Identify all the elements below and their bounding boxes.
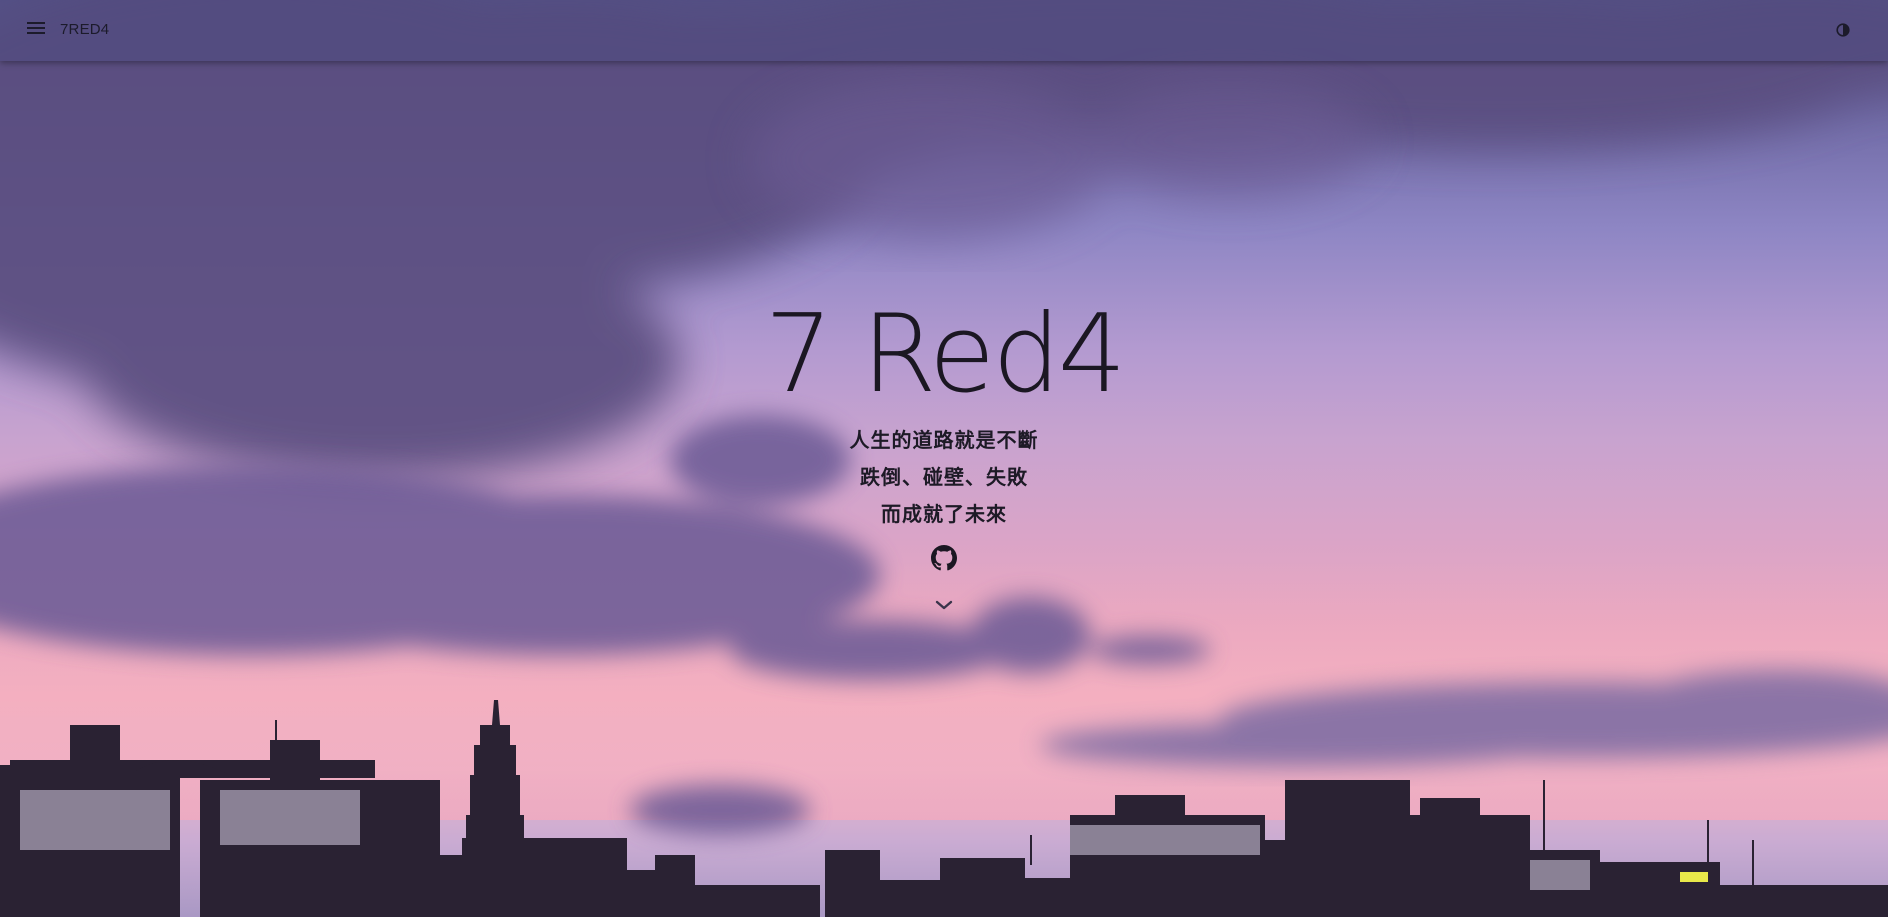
hero-tagline: 人生的道路就是不斷 跌倒、碰壁、失敗 而成就了未來 — [0, 422, 1888, 533]
tagline-line-1: 人生的道路就是不斷 — [849, 428, 1039, 452]
menu-button[interactable] — [16, 12, 56, 48]
chevron-down-icon — [932, 600, 956, 621]
contrast-icon — [1836, 22, 1850, 41]
github-link[interactable] — [931, 545, 957, 571]
tagline-line-3: 而成就了未來 — [881, 502, 1007, 526]
menu-icon — [26, 20, 46, 40]
github-icon — [931, 545, 957, 575]
top-app-bar: 7RED4 — [0, 0, 1888, 61]
site-brand-link[interactable]: 7RED4 — [60, 21, 109, 38]
hero-title: 7 Red4 — [764, 292, 1127, 417]
scroll-down-button[interactable] — [932, 593, 956, 617]
hero-section: 7 Red4 人生的道路就是不斷 跌倒、碰壁、失敗 而成就了未來 — [0, 290, 1888, 617]
theme-toggle-button[interactable] — [1828, 16, 1858, 46]
page: 7RED4 7 Red4 人生的道路就是不斷 跌倒、碰壁、失敗 而成就了未來 — [0, 0, 1888, 917]
tagline-line-2: 跌倒、碰壁、失敗 — [860, 465, 1028, 489]
